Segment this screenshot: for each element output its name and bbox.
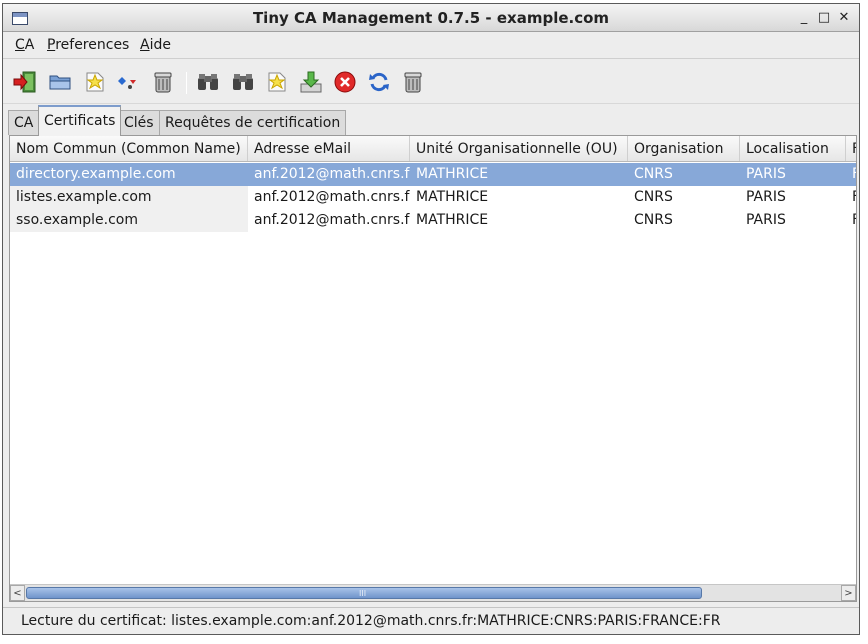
menu-aide-label: ide xyxy=(149,37,171,53)
close-icon[interactable]: ✕ xyxy=(835,9,853,27)
cell-more: F xyxy=(846,209,856,232)
cell-localisation: PARIS xyxy=(746,212,786,228)
tab-ca[interactable]: CA xyxy=(8,110,40,135)
tab-certificats[interactable]: Certificats xyxy=(38,105,122,136)
cell-localisation: PARIS xyxy=(746,166,786,182)
cell-localisation: PARIS xyxy=(746,189,786,205)
toolbar-separator xyxy=(186,72,187,94)
menu-ca-mnemonic: C xyxy=(15,37,25,53)
cell-organisation: CNRS xyxy=(634,189,673,205)
cell-more: F xyxy=(846,163,856,186)
cell-email: anf.2012@math.cnrs.fr xyxy=(254,212,410,228)
scrollbar-thumb[interactable]: III xyxy=(26,587,702,599)
scrollbar-grip: III xyxy=(359,589,367,598)
import-download-icon[interactable] xyxy=(299,70,323,94)
search-binoculars-icon[interactable] xyxy=(231,70,255,94)
toolbar xyxy=(3,60,859,104)
exit-icon[interactable] xyxy=(13,70,37,94)
horizontal-scrollbar[interactable]: < III > xyxy=(10,584,856,601)
tab-bar: CA Certificats Clés Requêtes de certific… xyxy=(8,105,858,136)
menu-bar: CA Preferences Aide xyxy=(3,33,859,59)
cell-more: F xyxy=(846,186,856,209)
menu-aide-mnemonic: A xyxy=(140,37,150,53)
status-bar: Lecture du certificat: listes.example.co… xyxy=(3,607,859,634)
new-star-icon[interactable] xyxy=(83,70,107,94)
delete-trash-icon[interactable] xyxy=(151,70,175,94)
certificate-table: Nom Commun (Common Name)⌄ Adresse eMail … xyxy=(9,135,857,602)
tab-requetes[interactable]: Requêtes de certification xyxy=(159,110,347,135)
cell-common-name: listes.example.com xyxy=(10,186,248,209)
revoke-x-icon[interactable] xyxy=(333,70,357,94)
column-header-more[interactable]: F xyxy=(846,136,856,161)
column-header-organisation[interactable]: Organisation xyxy=(628,136,740,161)
export-icon[interactable] xyxy=(116,70,140,94)
column-header-ou[interactable]: Unité Organisationnelle (OU) xyxy=(410,136,628,161)
main-window: Tiny CA Management 0.7.5 - example.com _… xyxy=(2,3,860,635)
cell-organisation: CNRS xyxy=(634,212,673,228)
cell-ou: MATHRICE xyxy=(416,212,489,228)
cell-common-name: sso.example.com xyxy=(10,209,248,232)
column-header-localisation[interactable]: Localisation xyxy=(740,136,846,161)
menu-preferences-mnemonic: P xyxy=(47,37,56,53)
menu-preferences-label: references xyxy=(55,37,130,53)
cell-email: anf.2012@math.cnrs.fr xyxy=(254,189,410,205)
scroll-right-icon[interactable]: > xyxy=(841,585,856,601)
menu-preferences[interactable]: Preferences xyxy=(47,37,129,53)
column-header-email[interactable]: Adresse eMail xyxy=(248,136,410,161)
table-row[interactable]: directory.example.com anf.2012@math.cnrs… xyxy=(10,163,856,186)
table-header: Nom Commun (Common Name)⌄ Adresse eMail … xyxy=(10,136,856,162)
menu-aide[interactable]: Aide xyxy=(140,37,171,53)
open-folder-icon[interactable] xyxy=(48,70,72,94)
minimize-icon[interactable]: _ xyxy=(795,9,813,27)
delete-trash-icon-2[interactable] xyxy=(401,70,425,94)
tab-cles[interactable]: Clés xyxy=(118,110,160,135)
cell-common-name: directory.example.com xyxy=(16,166,176,182)
scroll-left-icon[interactable]: < xyxy=(10,585,25,601)
table-row[interactable]: listes.example.com anf.2012@math.cnrs.fr… xyxy=(10,186,856,209)
cell-ou: MATHRICE xyxy=(416,189,489,205)
cell-email: anf.2012@math.cnrs.fr xyxy=(254,166,410,182)
new-document-star-icon[interactable] xyxy=(265,70,289,94)
cell-organisation: CNRS xyxy=(634,166,673,182)
renew-refresh-icon[interactable] xyxy=(367,70,391,94)
column-header-common-name[interactable]: Nom Commun (Common Name)⌄ xyxy=(10,136,248,161)
table-body: directory.example.com anf.2012@math.cnrs… xyxy=(10,163,856,583)
maximize-icon[interactable]: □ xyxy=(815,9,833,27)
column-header-common-name-label: Nom Commun (Common Name) xyxy=(16,141,241,157)
title-bar[interactable]: Tiny CA Management 0.7.5 - example.com _… xyxy=(3,4,859,32)
status-text: Lecture du certificat: listes.example.co… xyxy=(21,613,721,629)
menu-ca-label: A xyxy=(24,37,35,53)
menu-ca[interactable]: CA xyxy=(15,37,34,53)
view-binoculars-icon[interactable] xyxy=(196,70,220,94)
table-row[interactable]: sso.example.com anf.2012@math.cnrs.fr MA… xyxy=(10,209,856,232)
window-title: Tiny CA Management 0.7.5 - example.com xyxy=(252,9,610,27)
cell-ou: MATHRICE xyxy=(416,166,489,182)
